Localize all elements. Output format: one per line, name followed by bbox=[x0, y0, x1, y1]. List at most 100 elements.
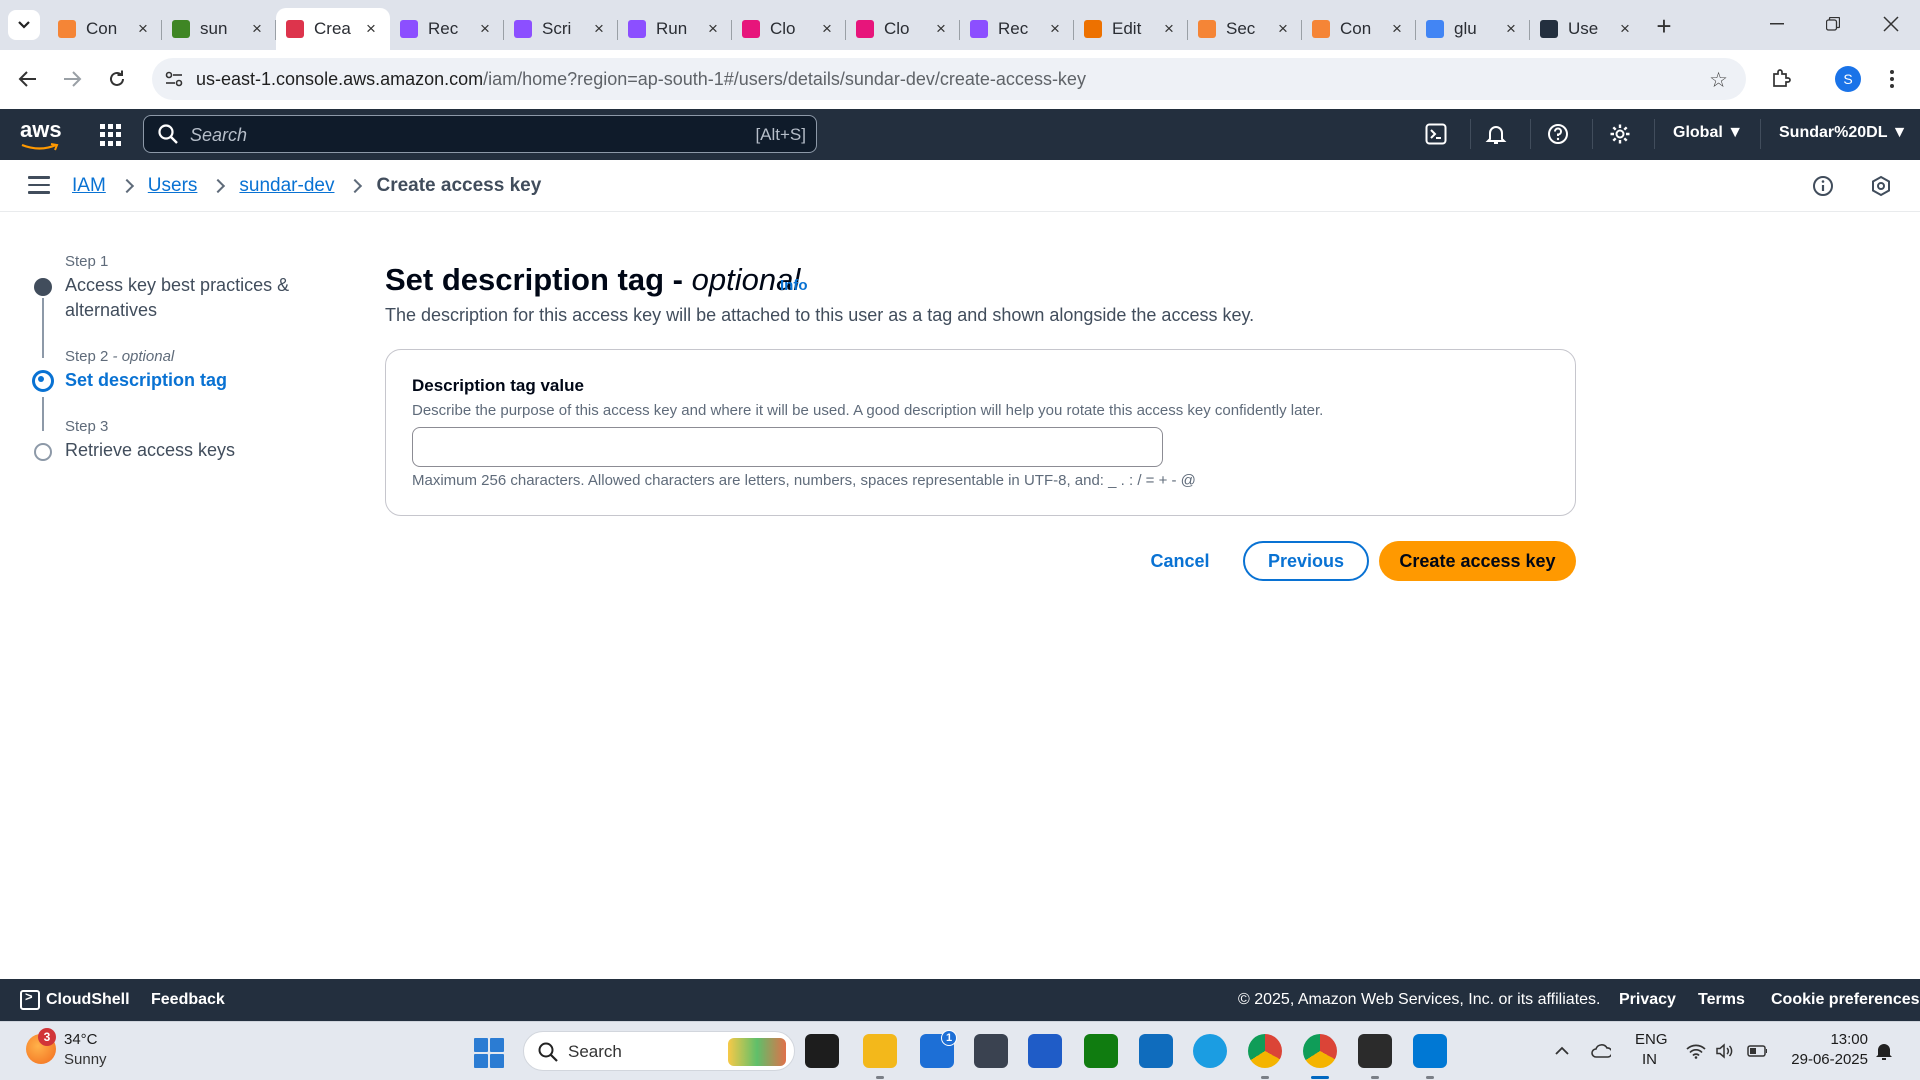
battery-icon[interactable] bbox=[1747, 1041, 1767, 1061]
volume-icon[interactable] bbox=[1715, 1041, 1735, 1061]
browser-tab-strip: Con × sun × Crea × Rec × Scri × Run × Clo × Clo × Rec × Ed… bbox=[0, 0, 1920, 50]
aws-search-input[interactable]: Search [Alt+S] bbox=[143, 115, 817, 153]
edge-icon[interactable] bbox=[1193, 1034, 1227, 1068]
browser-tab[interactable]: Scri × bbox=[504, 8, 618, 50]
info-circle-icon[interactable] bbox=[1812, 175, 1834, 197]
browser-tab[interactable]: Run × bbox=[618, 8, 732, 50]
previous-button[interactable]: Previous bbox=[1243, 541, 1369, 581]
tab-close-icon[interactable]: × bbox=[1160, 19, 1178, 38]
browser-tab[interactable]: Use × bbox=[1530, 8, 1644, 50]
address-bar[interactable]: us-east-1.console.aws.amazon.com/iam/hom… bbox=[152, 58, 1746, 100]
browser-tab[interactable]: Rec × bbox=[390, 8, 504, 50]
tab-search-button[interactable] bbox=[8, 10, 40, 40]
reload-button[interactable] bbox=[101, 63, 133, 95]
breadcrumb-users[interactable]: Users bbox=[148, 175, 198, 197]
cloudshell-header-icon[interactable] bbox=[1424, 122, 1448, 146]
chevron-up-icon[interactable] bbox=[1552, 1041, 1572, 1061]
terms-link[interactable]: Terms bbox=[1698, 991, 1745, 1009]
browser-tab[interactable]: Clo × bbox=[732, 8, 846, 50]
taskbar-search-label: Search bbox=[568, 1042, 622, 1061]
step-title[interactable]: Access key best practices & alternatives bbox=[65, 273, 315, 323]
tab-close-icon[interactable]: × bbox=[1274, 19, 1292, 38]
services-menu-icon[interactable] bbox=[100, 124, 122, 146]
description-tag-input[interactable] bbox=[412, 427, 1163, 467]
help-icon[interactable] bbox=[1546, 122, 1570, 146]
azure-data-studio-icon[interactable] bbox=[1028, 1034, 1062, 1068]
file-explorer-icon[interactable] bbox=[863, 1034, 897, 1068]
cookie-preferences-link[interactable]: Cookie preferences bbox=[1771, 991, 1920, 1009]
cloudshell-icon bbox=[20, 989, 40, 1010]
wifi-icon[interactable] bbox=[1686, 1041, 1706, 1061]
extensions-button[interactable] bbox=[1765, 63, 1797, 95]
browser-tab[interactable]: Edit × bbox=[1074, 8, 1188, 50]
browser-tab[interactable]: Rec × bbox=[960, 8, 1074, 50]
tab-close-icon[interactable]: × bbox=[590, 19, 608, 38]
chrome-profile-1-icon[interactable] bbox=[1248, 1034, 1282, 1068]
tab-title: Crea bbox=[314, 19, 351, 38]
tab-close-icon[interactable]: × bbox=[1616, 19, 1634, 38]
notifications-icon[interactable] bbox=[1484, 122, 1508, 146]
chrome-profile-2-icon[interactable] bbox=[1303, 1034, 1337, 1068]
browser-tab[interactable]: sun × bbox=[162, 8, 276, 50]
browser-tab[interactable]: glu × bbox=[1416, 8, 1530, 50]
feedback-hexagon-icon[interactable] bbox=[1870, 175, 1892, 197]
language-region[interactable]: IN bbox=[1642, 1051, 1657, 1068]
browser-tab[interactable]: Con × bbox=[1302, 8, 1416, 50]
language-code[interactable]: ENG bbox=[1635, 1031, 1668, 1048]
task-view-icon[interactable] bbox=[805, 1034, 839, 1068]
close-window-button[interactable] bbox=[1868, 8, 1914, 40]
url-text[interactable]: us-east-1.console.aws.amazon.com/iam/hom… bbox=[196, 69, 1086, 90]
clock-time[interactable]: 13:00 bbox=[1818, 1031, 1868, 1048]
header-divider bbox=[1530, 119, 1531, 149]
tab-close-icon[interactable]: × bbox=[134, 19, 152, 38]
notification-bell-icon[interactable] bbox=[1874, 1041, 1894, 1061]
outlook-icon[interactable] bbox=[1139, 1034, 1173, 1068]
profile-avatar[interactable]: S bbox=[1835, 66, 1861, 92]
tab-close-icon[interactable]: × bbox=[818, 19, 836, 38]
cloudshell-link[interactable]: CloudShell bbox=[46, 991, 130, 1009]
onedrive-icon[interactable] bbox=[1591, 1041, 1611, 1061]
browser-tab[interactable]: Con × bbox=[48, 8, 162, 50]
region-selector[interactable]: Global ▼ bbox=[1673, 124, 1743, 142]
tab-close-icon[interactable]: × bbox=[932, 19, 950, 38]
account-menu[interactable]: Sundar%20DL ▼ bbox=[1779, 124, 1907, 142]
vscode-icon[interactable] bbox=[1413, 1034, 1447, 1068]
tab-close-icon[interactable]: × bbox=[704, 19, 722, 38]
tab-close-icon[interactable]: × bbox=[1388, 19, 1406, 38]
breadcrumb-user[interactable]: sundar-dev bbox=[239, 175, 334, 197]
taskbar-search[interactable]: Search bbox=[523, 1031, 795, 1071]
privacy-link[interactable]: Privacy bbox=[1619, 991, 1676, 1009]
minimize-button[interactable] bbox=[1754, 8, 1800, 40]
back-button[interactable] bbox=[12, 63, 44, 95]
restore-button[interactable] bbox=[1810, 8, 1856, 40]
browser-tab[interactable]: Clo × bbox=[846, 8, 960, 50]
bookmark-star-icon[interactable]: ☆ bbox=[1709, 68, 1728, 93]
site-settings-icon[interactable] bbox=[164, 69, 184, 89]
tab-close-icon[interactable]: × bbox=[362, 19, 380, 38]
cancel-button[interactable]: Cancel bbox=[1142, 541, 1218, 581]
browser-tab[interactable]: Sec × bbox=[1188, 8, 1302, 50]
dev-tool-icon[interactable] bbox=[974, 1034, 1008, 1068]
tab-close-icon[interactable]: × bbox=[1502, 19, 1520, 38]
forward-button[interactable] bbox=[56, 63, 88, 95]
field-label: Description tag value bbox=[412, 376, 584, 395]
menu-hamburger-icon[interactable] bbox=[28, 176, 50, 194]
windows-start-icon[interactable] bbox=[474, 1038, 504, 1068]
feedback-link[interactable]: Feedback bbox=[151, 991, 225, 1009]
new-tab-button[interactable]: + bbox=[1650, 11, 1678, 41]
xbox-icon[interactable] bbox=[1084, 1034, 1118, 1068]
settings-gear-icon[interactable] bbox=[1608, 122, 1632, 146]
breadcrumb-iam[interactable]: IAM bbox=[72, 175, 106, 197]
browser-menu-button[interactable] bbox=[1876, 63, 1908, 95]
clock-date[interactable]: 29-06-2025 bbox=[1786, 1051, 1868, 1068]
info-link[interactable]: Info bbox=[780, 277, 808, 294]
aws-logo[interactable]: aws bbox=[20, 117, 64, 151]
create-access-key-button[interactable]: Create access key bbox=[1379, 541, 1576, 581]
tab-title: Sec bbox=[1226, 19, 1256, 38]
terminal-app-icon[interactable] bbox=[1358, 1034, 1392, 1068]
terminal-icon bbox=[1425, 123, 1447, 145]
tab-close-icon[interactable]: × bbox=[248, 19, 266, 38]
tab-close-icon[interactable]: × bbox=[1046, 19, 1064, 38]
browser-tab[interactable]: Crea × bbox=[276, 8, 390, 50]
tab-close-icon[interactable]: × bbox=[476, 19, 494, 38]
